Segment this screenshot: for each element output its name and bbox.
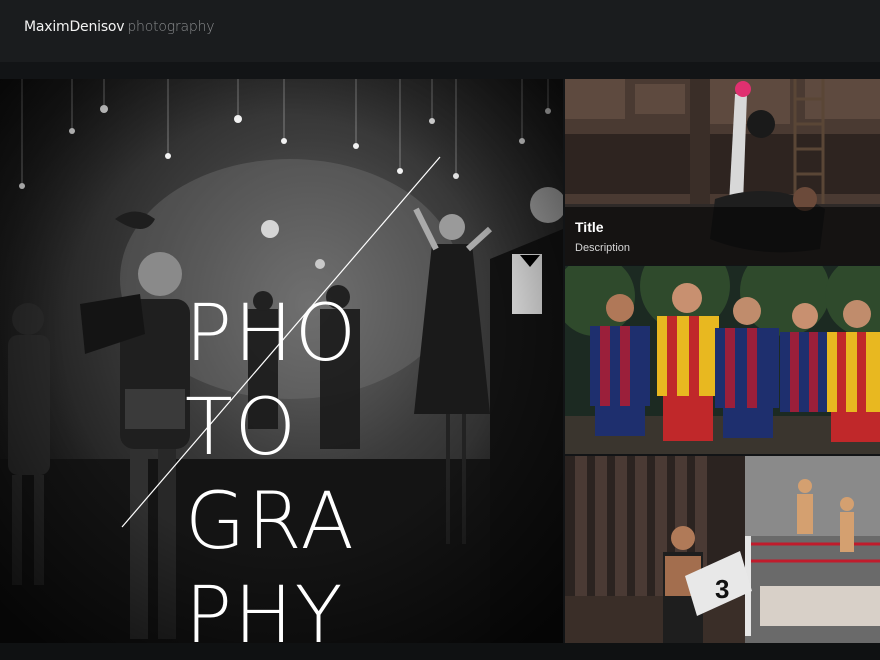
site-logo[interactable]: MaximDenisov photography xyxy=(24,19,215,35)
hero-title-line: GRA xyxy=(185,477,356,567)
tile-title: Title xyxy=(575,219,604,235)
site-header: MaximDenisov photography xyxy=(0,0,880,62)
brand-name: MaximDenisov xyxy=(24,19,125,35)
tile-description: Description xyxy=(575,242,631,254)
boxing-photo: 3 xyxy=(565,456,880,643)
tile-caption: Title Description xyxy=(565,207,880,265)
gallery-tile-2[interactable] xyxy=(565,266,880,454)
team-photo xyxy=(565,266,880,454)
svg-text:3: 3 xyxy=(715,574,729,604)
hero-photo[interactable]: PHO TO GRA PHY xyxy=(0,79,563,643)
brand-subtitle: photography xyxy=(127,19,215,35)
hero-title-line: TO xyxy=(185,383,299,473)
hero-title-line: PHO xyxy=(185,289,359,379)
hero-title-line: PHY xyxy=(185,571,345,643)
gallery-tile-1[interactable]: Title Description xyxy=(565,79,880,265)
hero-title: PHO TO GRA PHY xyxy=(185,287,358,643)
gallery-tile-3[interactable]: 3 xyxy=(565,456,880,643)
footer-strip xyxy=(0,643,880,660)
